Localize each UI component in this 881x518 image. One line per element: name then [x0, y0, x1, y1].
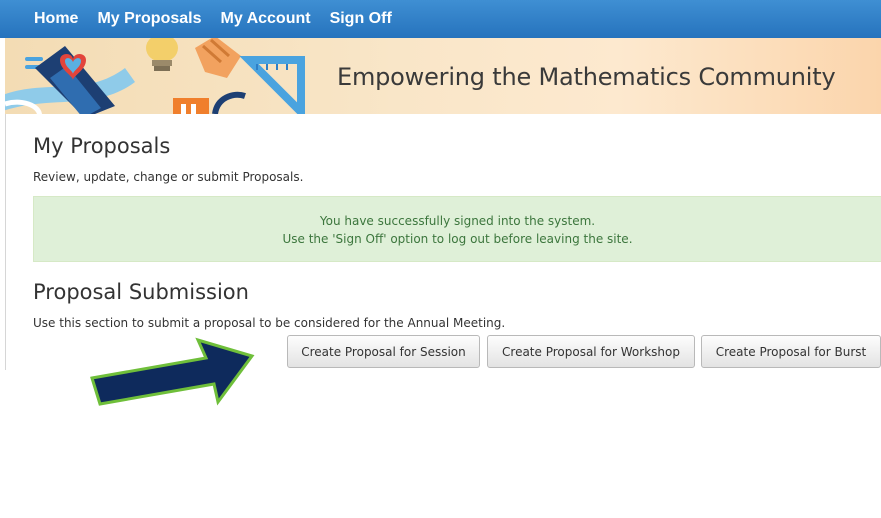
page-subtitle: Review, update, change or submit Proposa…: [33, 170, 304, 184]
create-session-button[interactable]: Create Proposal for Session: [287, 335, 480, 368]
alert-line-1: You have successfully signed into the sy…: [319, 214, 596, 228]
top-nav-bar: Home My Proposals My Account Sign Off: [0, 0, 881, 38]
section-description: Use this section to submit a proposal to…: [33, 316, 506, 330]
header-banner: Empowering the Mathematics Community: [5, 38, 881, 114]
math-tools-illustration-icon: [5, 38, 305, 114]
section-title: Proposal Submission: [33, 280, 249, 304]
content-left-border: [5, 114, 6, 370]
banner-title: Empowering the Mathematics Community: [337, 63, 836, 91]
nav-home-link[interactable]: Home: [34, 10, 78, 28]
success-alert: You have successfully signed into the sy…: [33, 196, 881, 262]
alert-line-2: Use the 'Sign Off' option to log out bef…: [282, 232, 633, 246]
create-workshop-button[interactable]: Create Proposal for Workshop: [487, 335, 695, 368]
nav-my-account-link[interactable]: My Account: [220, 10, 310, 28]
nav-my-proposals-link[interactable]: My Proposals: [97, 10, 201, 28]
arrow-pointing-right-icon: [90, 337, 255, 406]
nav-sign-off-link[interactable]: Sign Off: [330, 10, 392, 28]
create-burst-button[interactable]: Create Proposal for Burst: [701, 335, 881, 368]
page-title: My Proposals: [33, 134, 171, 158]
